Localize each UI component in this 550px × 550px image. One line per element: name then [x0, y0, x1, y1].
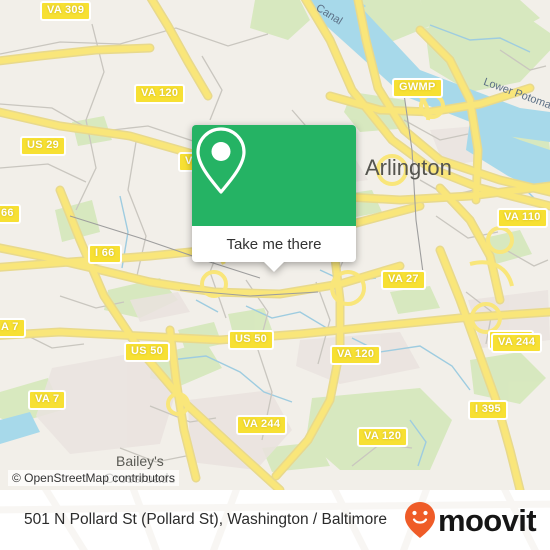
map-pin-icon [196, 127, 246, 194]
shield-va-244-right[interactable]: VA 244 [491, 333, 543, 353]
shield-va-120-north[interactable]: VA 120 [134, 84, 186, 104]
shield-va-27[interactable]: VA 27 [381, 270, 426, 290]
address-label: 501 N Pollard St (Pollard St), Washingto… [24, 511, 387, 528]
shield-va-110[interactable]: VA 110 [497, 208, 548, 228]
shield-gwmp[interactable]: GWMP [392, 78, 443, 98]
shield-i-395[interactable]: I 395 [468, 400, 508, 420]
popup-header [192, 125, 356, 226]
map-screenshot: VA 309 VA 120 GWMP US 29 VA 120 VA 110 6… [0, 0, 550, 550]
shield-va-120-south[interactable]: VA 120 [357, 427, 409, 447]
moovit-logo[interactable]: moovit [403, 500, 537, 540]
take-me-there-label: Take me there [226, 235, 322, 253]
map-canvas[interactable]: VA 309 VA 120 GWMP US 29 VA 120 VA 110 6… [0, 0, 550, 490]
shield-us-50[interactable]: US 50 [228, 330, 275, 350]
shield-va-120-center[interactable]: VA 120 [330, 345, 382, 365]
baileys-label: Bailey's [116, 453, 164, 469]
popup-pointer-tail [263, 261, 285, 272]
osm-attribution[interactable]: © OpenStreetMap contributors [8, 470, 179, 486]
shield-us-50-west[interactable]: US 50 [124, 342, 171, 362]
moovit-smiley-pin-icon [404, 502, 435, 538]
moovit-wordmark: moovit [437, 502, 537, 538]
bottom-info-bar: 501 N Pollard St (Pollard St), Washingto… [0, 490, 550, 550]
arlington-label: Arlington [365, 155, 452, 180]
shield-va-309[interactable]: VA 309 [40, 1, 92, 21]
shield-i-66-edge[interactable]: 66 [0, 204, 21, 224]
shield-va-244[interactable]: VA 244 [236, 415, 288, 435]
popup-footer[interactable]: Take me there [192, 226, 356, 272]
shield-us-29[interactable]: US 29 [20, 136, 67, 156]
location-popup-card[interactable]: Take me there [192, 125, 356, 272]
shield-va-7[interactable]: VA 7 [28, 390, 67, 410]
shield-i-66[interactable]: I 66 [88, 244, 122, 264]
shield-va-7-edge[interactable]: A 7 [0, 318, 26, 338]
